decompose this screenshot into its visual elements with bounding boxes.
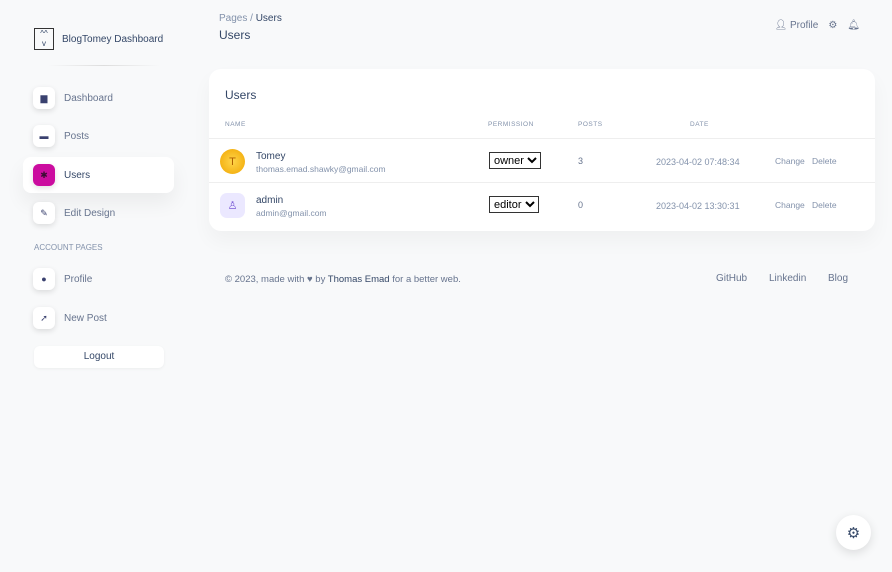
blog-link[interactable]: Blog [828, 273, 848, 284]
user-email: admin@gmail.com [256, 208, 327, 218]
sidebar-item-profile[interactable]: ● Profile [23, 261, 174, 297]
gear-icon: ⚙ [846, 524, 861, 542]
delete-link[interactable]: Delete [812, 200, 837, 210]
label: New Post [64, 312, 107, 324]
card-icon: ▬ [33, 125, 55, 147]
col-name: NAME [225, 121, 246, 128]
label: Dashboard [64, 92, 113, 104]
footer-text: © 2023, made with [225, 274, 305, 285]
users-card: Users NAME PERMISSION POSTS DATE T Tomey… [209, 69, 875, 231]
bell-icon[interactable]: 🔔︎ [847, 20, 860, 31]
permission-select[interactable]: owner [489, 152, 541, 169]
user-name: Tomey [256, 151, 286, 162]
sidebar-item-new-post[interactable]: ➚ New Post [23, 300, 174, 336]
post-count: 3 [578, 156, 584, 166]
date: 2023-04-02 07:48:34 [656, 157, 740, 167]
col-posts: POSTS [578, 121, 603, 128]
card-title: Users [225, 88, 257, 102]
label: Posts [64, 130, 90, 142]
sidebar-item-posts[interactable]: ▬ Posts [23, 118, 174, 154]
change-link[interactable]: Change [775, 200, 805, 210]
delete-link[interactable]: Delete [812, 156, 837, 166]
label: Profile [64, 273, 93, 285]
page-title: Users [219, 28, 251, 42]
table-row: T Tomey thomas.emad.shawky@gmail.com own… [209, 138, 875, 182]
edit-icon: ✎ [33, 202, 55, 224]
gear-icon[interactable]: ⚙ [828, 20, 837, 31]
col-permission: PERMISSION [488, 121, 534, 128]
crumb-sep: / [250, 13, 253, 24]
author-link[interactable]: Thomas Emad [328, 274, 390, 285]
permission-select[interactable]: editor [489, 196, 539, 213]
heart-icon: ♥ [307, 274, 313, 285]
brand-name: BlogTomey Dashboard [62, 33, 164, 45]
linkedin-link[interactable]: Linkedin [769, 273, 806, 284]
logout-button[interactable]: Logout [34, 346, 164, 368]
rocket-icon: ➚ [33, 307, 55, 329]
change-link[interactable]: Change [775, 156, 805, 166]
label: Edit Design [64, 207, 116, 219]
footer-text-end: for a better web. [392, 274, 461, 285]
github-link[interactable]: GitHub [716, 273, 747, 284]
date: 2023-04-02 13:30:31 [656, 201, 740, 211]
logo-icon: ^^ v [34, 28, 54, 50]
user-icon: ● [33, 268, 55, 290]
col-date: DATE [690, 121, 709, 128]
settings-fab[interactable]: ⚙ [836, 515, 871, 550]
section-heading: ACCOUNT PAGES [34, 243, 103, 252]
post-count: 0 [578, 200, 584, 210]
label: Users [64, 169, 91, 181]
brand[interactable]: ^^ v BlogTomey Dashboard [34, 28, 163, 50]
profile-link[interactable]: 👤︎ Profile [774, 20, 818, 31]
table-row: ♙ admin admin@gmail.com editor 0 2023-04… [209, 182, 875, 226]
crumb-current: Users [255, 13, 282, 24]
sidebar: ^^ v BlogTomey Dashboard ▆ Dashboard ▬ Posts… [0, 0, 195, 572]
footer-credit: © 2023, made with ♥ by Thomas Emad for a… [225, 274, 461, 285]
sidebar-item-users[interactable]: ✱ Users [23, 157, 174, 193]
avatar: T [220, 149, 245, 174]
divider [48, 65, 160, 66]
footer-by: by [315, 274, 326, 285]
top-nav: 👤︎ Profile ⚙ 🔔︎ [774, 20, 860, 31]
user-icon: 👤︎ [774, 20, 788, 31]
users-icon: ✱ [33, 164, 55, 186]
sidebar-item-edit-design[interactable]: ✎ Edit Design [23, 195, 174, 231]
shop-icon: ▆ [33, 87, 55, 109]
breadcrumb: Pages / Users [219, 13, 282, 24]
user-email: thomas.emad.shawky@gmail.com [256, 164, 386, 174]
sidebar-item-dashboard[interactable]: ▆ Dashboard [23, 80, 174, 116]
avatar: ♙ [220, 193, 245, 218]
user-name: admin [256, 195, 284, 206]
crumb-pages[interactable]: Pages [219, 13, 247, 24]
profile-label: Profile [789, 20, 819, 31]
